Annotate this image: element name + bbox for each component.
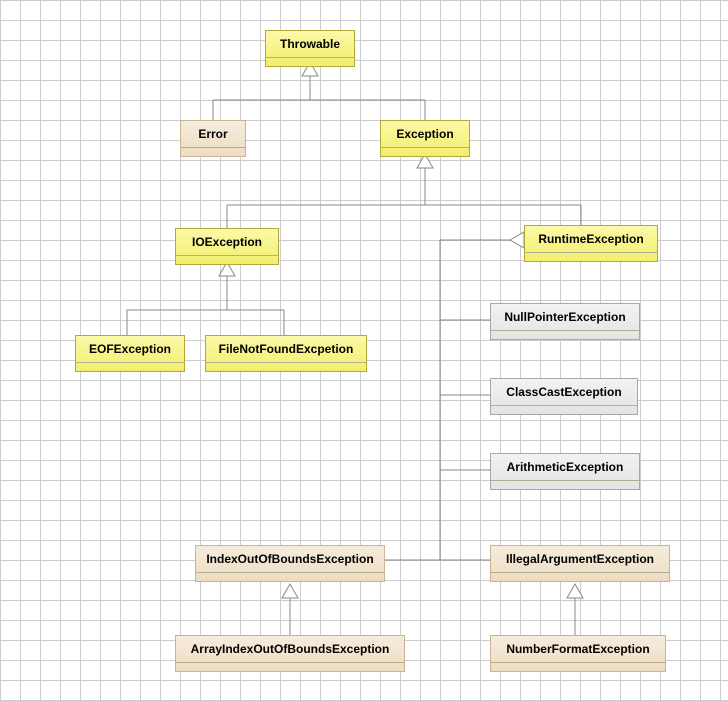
class-classcastexception: ClassCastException bbox=[490, 378, 638, 415]
uml-diagram: Throwable Error Exception IOException Ru… bbox=[0, 0, 728, 701]
class-error-name: Error bbox=[181, 121, 245, 148]
class-indexoutofboundsexception-name: IndexOutOfBoundsException bbox=[196, 546, 384, 573]
class-ioexception-name: IOException bbox=[176, 229, 278, 256]
class-numberformatexception: NumberFormatException bbox=[490, 635, 666, 672]
class-runtimeexception: RuntimeException bbox=[524, 225, 658, 262]
class-arrayindexoutofboundsexception-name: ArrayIndexOutOfBoundsException bbox=[176, 636, 404, 663]
class-arithmeticexception-name: ArithmeticException bbox=[491, 454, 639, 481]
class-filenotfoundexception: FileNotFoundExcpetion bbox=[205, 335, 367, 372]
class-ioexception: IOException bbox=[175, 228, 279, 265]
class-exception: Exception bbox=[380, 120, 470, 157]
class-illegalargumentexception: IllegalArgumentException bbox=[490, 545, 670, 582]
class-nullpointerexception-name: NullPointerException bbox=[491, 304, 639, 331]
class-nullpointerexception: NullPointerException bbox=[490, 303, 640, 340]
class-numberformatexception-name: NumberFormatException bbox=[491, 636, 665, 663]
class-throwable-name: Throwable bbox=[266, 31, 354, 58]
class-throwable: Throwable bbox=[265, 30, 355, 67]
class-runtimeexception-name: RuntimeException bbox=[525, 226, 657, 253]
class-exception-name: Exception bbox=[381, 121, 469, 148]
class-error: Error bbox=[180, 120, 246, 157]
class-arrayindexoutofboundsexception: ArrayIndexOutOfBoundsException bbox=[175, 635, 405, 672]
class-illegalargumentexception-name: IllegalArgumentException bbox=[491, 546, 669, 573]
class-filenotfoundexception-name: FileNotFoundExcpetion bbox=[206, 336, 366, 363]
class-arithmeticexception: ArithmeticException bbox=[490, 453, 640, 490]
class-eofexception: EOFException bbox=[75, 335, 185, 372]
class-eofexception-name: EOFException bbox=[76, 336, 184, 363]
class-classcastexception-name: ClassCastException bbox=[491, 379, 637, 406]
class-indexoutofboundsexception: IndexOutOfBoundsException bbox=[195, 545, 385, 582]
